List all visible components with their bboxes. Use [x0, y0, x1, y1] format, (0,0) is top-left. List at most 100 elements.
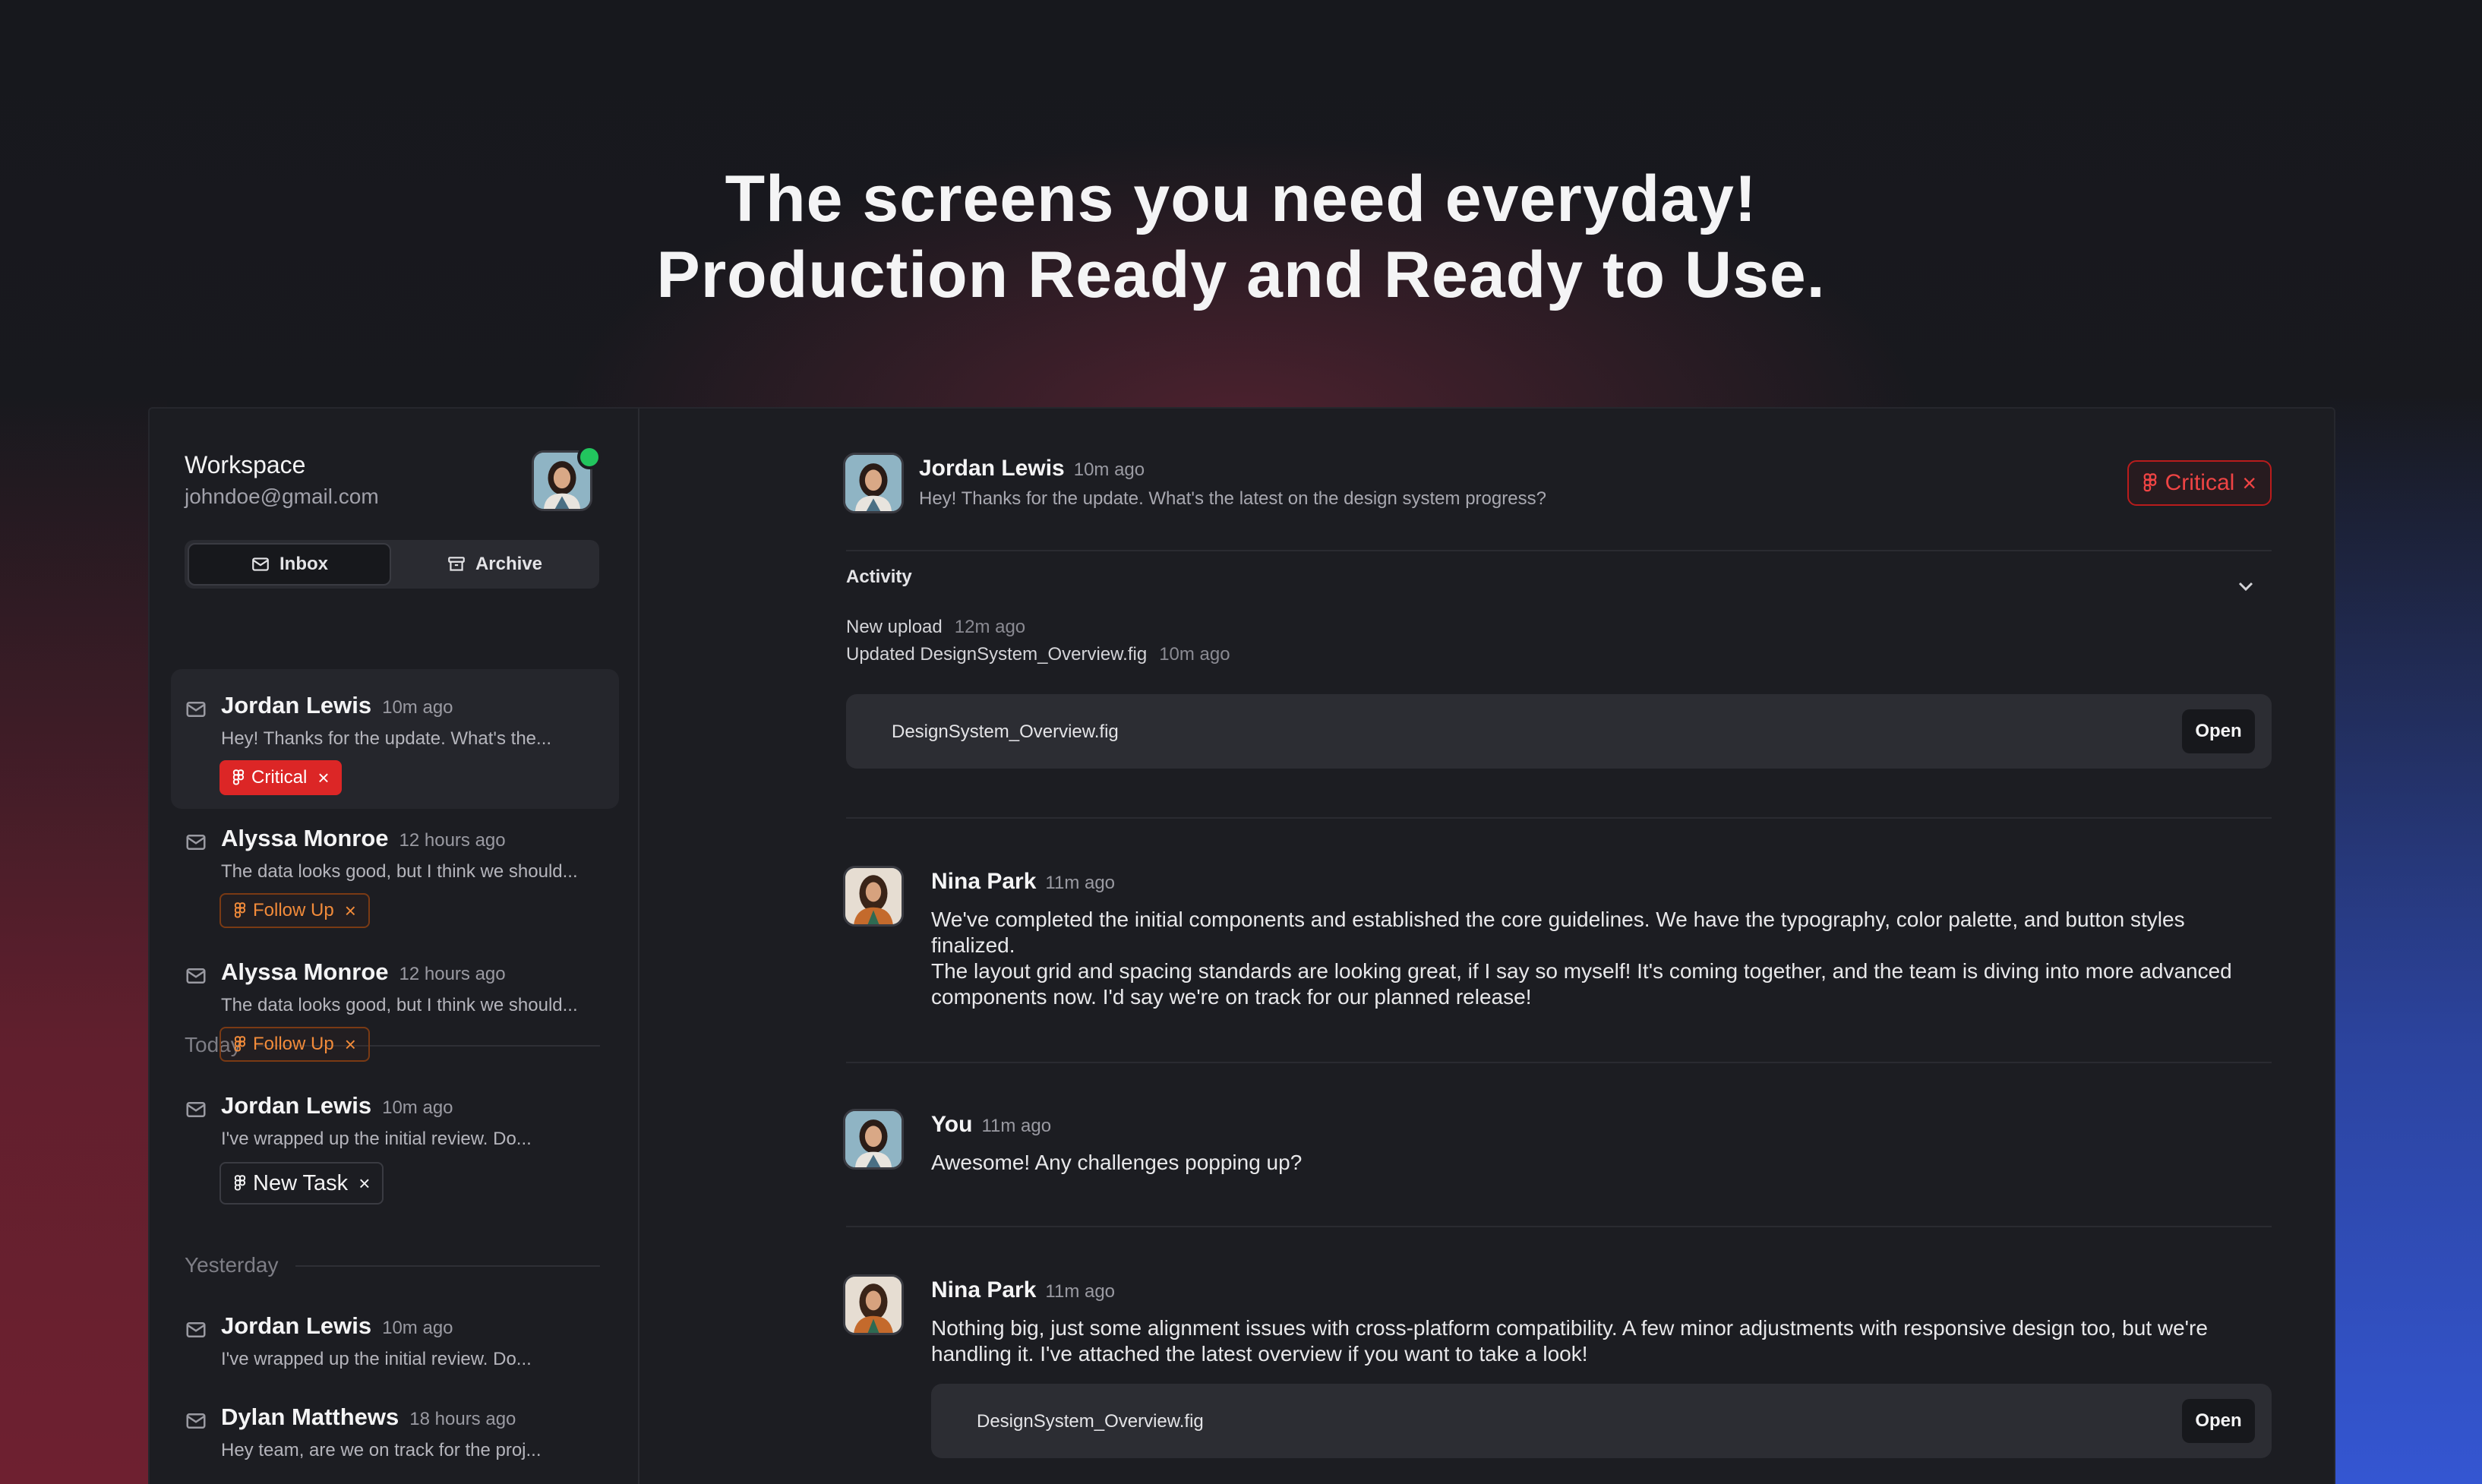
message-body: We've completed the initial components a… [931, 908, 2185, 957]
message-time: 10m ago [382, 1318, 453, 1338]
sender-name: Dylan Matthews [221, 1403, 399, 1430]
open-file-button[interactable]: Open [2182, 709, 2255, 753]
sender-name: You [931, 1112, 973, 1137]
nina-avatar[interactable] [843, 1274, 904, 1335]
mailbox-toggle: Inbox Archive [185, 540, 599, 589]
message-preview: The data looks good, but I think we shou… [221, 995, 578, 1015]
message-preview: The data looks good, but I think we shou… [221, 861, 578, 882]
activity-title: Activity [846, 567, 912, 587]
file-name: DesignSystem_Overview.fig [892, 721, 1119, 742]
divider [846, 550, 2272, 551]
section-yesterday-label: Yesterday [185, 1253, 279, 1277]
chevron-down-icon[interactable] [2234, 574, 2258, 598]
background-glow-right [2330, 395, 2482, 1484]
mail-icon [186, 835, 206, 850]
sender-name: Jordan Lewis [221, 692, 372, 718]
divider [846, 817, 2272, 819]
tag-label: Follow Up [253, 1034, 334, 1054]
online-status-indicator [577, 445, 602, 469]
message-sender: Nina Park 11m ago [931, 869, 1115, 895]
sender-avatar[interactable] [843, 453, 904, 513]
activity-time: 10m ago [1159, 644, 1230, 665]
message-time: 12 hours ago [399, 830, 506, 851]
activity-text: Updated DesignSystem_Overview.fig [846, 644, 1148, 665]
background-glow-left [0, 395, 167, 1484]
list-item[interactable]: Jordan Lewis 10m ago I've wrapped up the … [171, 1069, 619, 1206]
mail-icon [186, 968, 206, 984]
section-divider [295, 1265, 600, 1267]
sidebar: Workspace johndoe@gmail.com Inbox Archiv… [150, 409, 639, 1484]
sender-name: Nina Park [931, 1277, 1037, 1302]
activity-text: New upload [846, 617, 943, 637]
follow-up-tag[interactable]: Follow Up × [219, 893, 370, 928]
message-time: 12 hours ago [399, 964, 506, 984]
message-preview: I've wrapped up the initial review. Do..… [221, 1129, 532, 1149]
inbox-tab[interactable]: Inbox [188, 543, 391, 586]
inbox-tab-label: Inbox [279, 554, 328, 574]
close-icon[interactable]: × [345, 901, 356, 920]
close-icon[interactable]: × [2242, 469, 2256, 497]
sender-name: Jordan Lewis [221, 1092, 372, 1119]
message-body: Nothing big, just some alignment issues … [931, 1316, 2208, 1366]
message-time: 11m ago [981, 1116, 1052, 1136]
message-time: 10m ago [382, 697, 453, 718]
file-attachment: DesignSystem_Overview.fig Open [931, 1384, 2272, 1458]
mail-icon [186, 1322, 206, 1337]
archive-tab-label: Archive [475, 554, 543, 574]
message-body: The layout grid and spacing standards ar… [931, 959, 2232, 1009]
thread-time: 10m ago [1073, 459, 1145, 480]
figma-icon [2143, 473, 2157, 492]
app-window: Workspace johndoe@gmail.com Inbox Archiv… [148, 407, 2335, 1484]
close-icon[interactable]: × [317, 768, 329, 788]
sender-name: Nina Park [931, 869, 1037, 894]
figma-icon [234, 1175, 246, 1191]
your-avatar[interactable] [843, 1109, 904, 1170]
archive-tab[interactable]: Archive [393, 543, 596, 586]
message-preview: Hey! Thanks for the update. What's the..… [221, 728, 552, 749]
hero-headline: The screens you need everyday! Productio… [0, 161, 2482, 313]
message-time: 18 hours ago [409, 1409, 516, 1429]
sender-name: Jordan Lewis [221, 1312, 372, 1339]
mail-icon [186, 1413, 206, 1429]
message-time: 11m ago [1045, 873, 1116, 893]
message-body: Awesome! Any challenges popping up? [931, 1151, 1303, 1174]
workspace-title: Workspace [185, 451, 306, 478]
critical-tag[interactable]: Critical × [219, 760, 342, 795]
thread-preview: Hey! Thanks for the update. What's the l… [919, 488, 1546, 509]
list-item[interactable]: Jordan Lewis 10m ago Hey! Thanks for the … [171, 669, 619, 809]
archive-icon [448, 557, 465, 571]
list-item[interactable]: Jordan Lewis 10m ago I've wrapped up the … [171, 1290, 619, 1379]
critical-tag[interactable]: Critical × [2127, 460, 2272, 506]
file-name: DesignSystem_Overview.fig [977, 1411, 1204, 1432]
sender-name: Alyssa Monroe [221, 958, 389, 985]
list-item[interactable]: Alyssa Monroe 12 hours ago The data looks… [171, 936, 619, 1069]
list-item[interactable]: Dylan Matthews 18 hours ago Hey team, are… [171, 1381, 619, 1470]
new-task-tag[interactable]: New Task × [219, 1162, 384, 1205]
tag-label: Critical [251, 767, 308, 788]
tag-label: Follow Up [253, 900, 334, 920]
thread-sender-name: Jordan Lewis [919, 456, 1065, 481]
divider [846, 1062, 2272, 1063]
thread-sender: Jordan Lewis 10m ago [919, 456, 1145, 482]
nina-avatar[interactable] [843, 866, 904, 927]
divider [846, 1226, 2272, 1227]
activity-item: New upload 12m ago [846, 617, 1025, 638]
close-icon[interactable]: × [345, 1034, 356, 1054]
figma-icon [232, 769, 245, 785]
message-preview: I've wrapped up the initial review. Do..… [221, 1349, 532, 1369]
mail-icon [186, 1102, 206, 1117]
thread-panel: Jordan Lewis 10m ago Hey! Thanks for the … [639, 409, 2334, 1484]
open-file-button[interactable]: Open [2182, 1399, 2255, 1443]
figma-icon [234, 902, 246, 918]
list-item[interactable]: Alyssa Monroe 12 hours ago The data looks… [171, 802, 619, 936]
close-icon[interactable]: × [358, 1173, 370, 1193]
sender-name: Alyssa Monroe [221, 825, 389, 851]
activity-time: 12m ago [954, 617, 1026, 637]
message-time: 10m ago [382, 1097, 453, 1118]
tag-label: New Task [253, 1170, 349, 1195]
hero-line-2: Production Ready and Ready to Use. [656, 238, 1826, 311]
follow-up-tag[interactable]: Follow Up × [219, 1027, 370, 1062]
file-attachment: DesignSystem_Overview.fig Open [846, 694, 2272, 769]
mail-icon [186, 702, 206, 717]
workspace-email: johndoe@gmail.com [185, 485, 379, 508]
